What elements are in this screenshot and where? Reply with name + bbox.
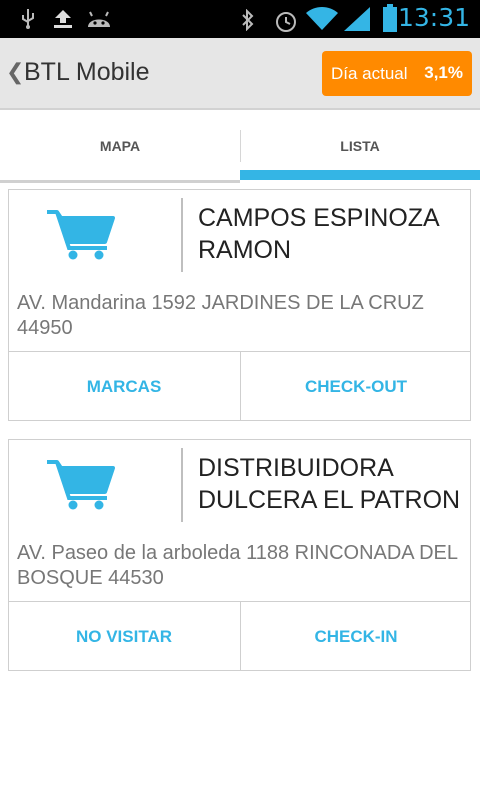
signal-icon [344, 7, 370, 31]
card-actions: NO VISITAR CHECK-IN [9, 601, 470, 671]
action-bar: ❮ BTL Mobile Día actual 3,1% [0, 38, 480, 110]
store-address: AV. Mandarina 1592 JARDINES DE LA CRUZ 4… [17, 292, 424, 339]
usb-icon [22, 9, 34, 29]
check-out-button[interactable]: CHECK-OUT [240, 352, 471, 421]
day-progress-badge[interactable]: Día actual 3,1% [322, 51, 472, 96]
store-address: AV. Paseo de la arboleda 1188 RINCONADA … [17, 542, 458, 589]
battery-icon [383, 4, 397, 32]
card-actions: MARCAS CHECK-OUT [9, 351, 470, 421]
upload-icon [54, 10, 72, 28]
day-progress-value: 3,1% [424, 63, 463, 82]
day-progress-label: Día actual [331, 64, 408, 83]
wifi-icon [306, 7, 338, 30]
store-card: CAMPOS ESPINOZA RAMON AV. Mandarina 1592… [8, 189, 471, 421]
status-bar: 13:31 [0, 0, 480, 38]
card-separator [181, 448, 183, 522]
marcas-button[interactable]: MARCAS [9, 352, 239, 421]
android-icon [88, 11, 110, 27]
shopping-cart-icon [47, 460, 115, 510]
check-in-button[interactable]: CHECK-IN [240, 602, 471, 671]
back-chevron-icon[interactable]: ❮ [6, 60, 24, 85]
shopping-cart-icon [47, 210, 115, 260]
tab-bar: MAPA LISTA [0, 128, 480, 183]
alarm-icon [276, 12, 296, 32]
app-title[interactable]: BTL Mobile [24, 58, 150, 87]
store-name[interactable]: DISTRIBUIDORA DULCERA EL PATRON [198, 452, 468, 516]
bluetooth-icon [242, 9, 254, 31]
tab-mapa[interactable]: MAPA [0, 128, 240, 183]
store-name[interactable]: CAMPOS ESPINOZA RAMON [198, 202, 468, 266]
selected-tab-indicator [240, 170, 480, 180]
clock: 13:31 [397, 3, 470, 32]
card-separator [181, 198, 183, 272]
no-visitar-button[interactable]: NO VISITAR [9, 602, 239, 671]
store-card: DISTRIBUIDORA DULCERA EL PATRON AV. Pase… [8, 439, 471, 671]
